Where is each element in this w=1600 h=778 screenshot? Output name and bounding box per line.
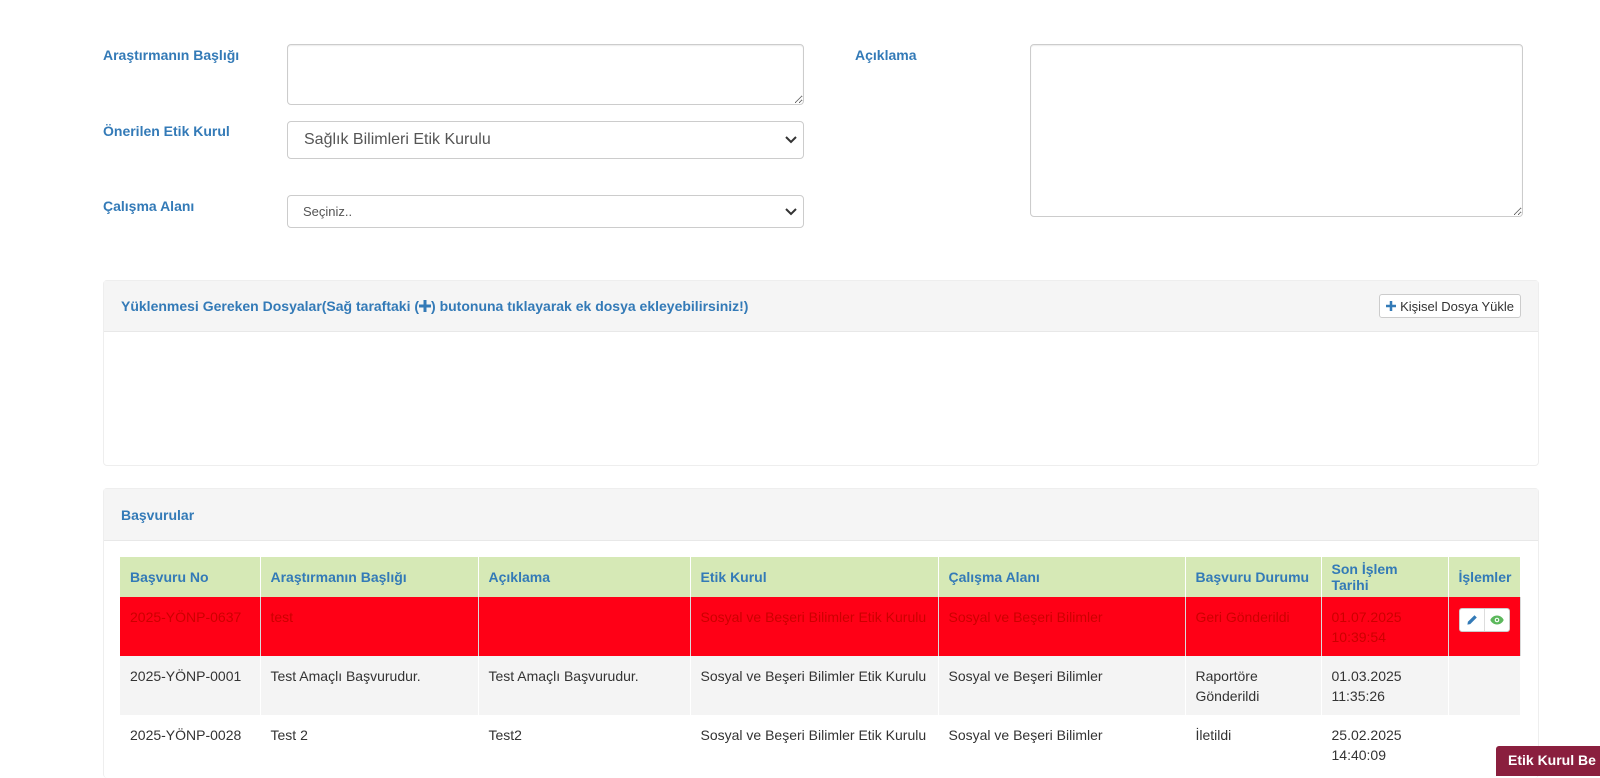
column-header: İşlemler (1448, 557, 1521, 597)
column-header[interactable]: Etik Kurul (690, 557, 939, 597)
column-header[interactable]: Çalışma Alanı (938, 557, 1186, 597)
column-header[interactable]: Başvuru Durumu (1185, 557, 1322, 597)
chevron-down-icon (785, 207, 797, 216)
cell-application-no: 2025-YÖNP-0028 (120, 715, 261, 774)
cell-actions (1448, 597, 1521, 656)
title-textarea[interactable] (287, 44, 804, 105)
committee-select[interactable]: Sağlık Bilimleri Etik Kurulu (287, 121, 804, 159)
cell-status: Raportöre Gönderildi (1185, 656, 1322, 715)
cell-actions (1448, 656, 1521, 715)
files-panel-heading: Yüklenmesi Gereken Dosyalar(Sağ taraftak… (104, 281, 1538, 332)
cell-date: 25.02.2025 14:40:09 (1321, 715, 1449, 774)
cell-field: Sosyal ve Beşeri Bilimler (938, 715, 1186, 774)
table-row: 2025-YÖNP-0028 Test 2 Test2 Sosyal ve Be… (120, 715, 1521, 774)
table-row: 2025-YÖNP-0637 test Sosyal ve Beşeri Bil… (120, 597, 1521, 656)
ethics-committee-tab[interactable]: Etik Kurul Be (1496, 746, 1600, 776)
cell-field: Sosyal ve Beşeri Bilimler (938, 656, 1186, 715)
cell-date: 01.03.2025 11:35:26 (1321, 656, 1449, 715)
plus-icon (419, 299, 432, 315)
cell-committee: Sosyal ve Beşeri Bilimler Etik Kurulu (690, 656, 939, 715)
files-panel-title: Yüklenmesi Gereken Dosyalar(Sağ taraftak… (121, 298, 748, 315)
cell-description: Test2 (478, 715, 691, 774)
description-label: Açıklama (855, 47, 917, 63)
cell-field: Sosyal ve Beşeri Bilimler (938, 597, 1186, 656)
files-title-text-end: ) butonuna tıklayarak ek dosya ekleyebil… (431, 297, 749, 314)
column-header[interactable]: Başvuru No (120, 557, 261, 597)
plus-icon (1386, 301, 1397, 311)
files-panel: Yüklenmesi Gereken Dosyalar(Sağ taraftak… (103, 280, 1539, 466)
chevron-down-icon (785, 136, 797, 144)
column-header[interactable]: Açıklama (478, 557, 691, 597)
cell-description: Test Amaçlı Başvurudur. (478, 656, 691, 715)
cell-date: 01.07.2025 10:39:54 (1321, 597, 1449, 656)
title-label: Araştırmanın Başlığı (103, 47, 240, 63)
column-header[interactable]: Son İşlem Tarihi (1321, 557, 1449, 597)
cell-title: Test 2 (260, 715, 479, 774)
column-header[interactable]: Araştırmanın Başlığı (260, 557, 479, 597)
field-select[interactable]: Seçiniz.. (287, 195, 804, 228)
cell-committee: Sosyal ve Beşeri Bilimler Etik Kurulu (690, 715, 939, 774)
applications-panel-heading: Başvurular (104, 489, 1538, 541)
table-row: 2025-YÖNP-0001 Test Amaçlı Başvurudur. T… (120, 656, 1521, 715)
cell-application-no: 2025-YÖNP-0001 (120, 656, 261, 715)
description-textarea[interactable] (1030, 44, 1523, 217)
cell-application-no: 2025-YÖNP-0637 (120, 597, 261, 656)
table-header-row: Başvuru No Araştırmanın Başlığı Açıklama… (120, 557, 1521, 597)
pencil-icon[interactable] (1460, 609, 1484, 631)
field-select-value: Seçiniz.. (303, 204, 353, 219)
cell-description (478, 597, 691, 656)
eye-icon[interactable] (1483, 609, 1509, 631)
cell-status: İletildi (1185, 715, 1322, 774)
applications-panel-title: Başvurular (121, 506, 195, 523)
cell-committee: Sosyal ve Beşeri Bilimler Etik Kurulu (690, 597, 939, 656)
applications-table: Başvuru No Araştırmanın Başlığı Açıklama… (120, 557, 1521, 774)
cell-title: test (260, 597, 479, 656)
cell-title: Test Amaçlı Başvurudur. (260, 656, 479, 715)
upload-button-label: Kişisel Dosya Yükle (1400, 298, 1514, 314)
personal-file-upload-button[interactable]: Kişisel Dosya Yükle (1379, 294, 1521, 318)
action-buttons (1458, 608, 1510, 632)
field-label: Çalışma Alanı (103, 198, 195, 214)
files-title-text-start: Yüklenmesi Gereken Dosyalar(Sağ taraftak… (121, 297, 420, 314)
cell-status: Geri Gönderildi (1185, 597, 1322, 656)
committee-select-value: Sağlık Bilimleri Etik Kurulu (304, 131, 491, 148)
committee-label: Önerilen Etik Kurul (103, 123, 230, 139)
